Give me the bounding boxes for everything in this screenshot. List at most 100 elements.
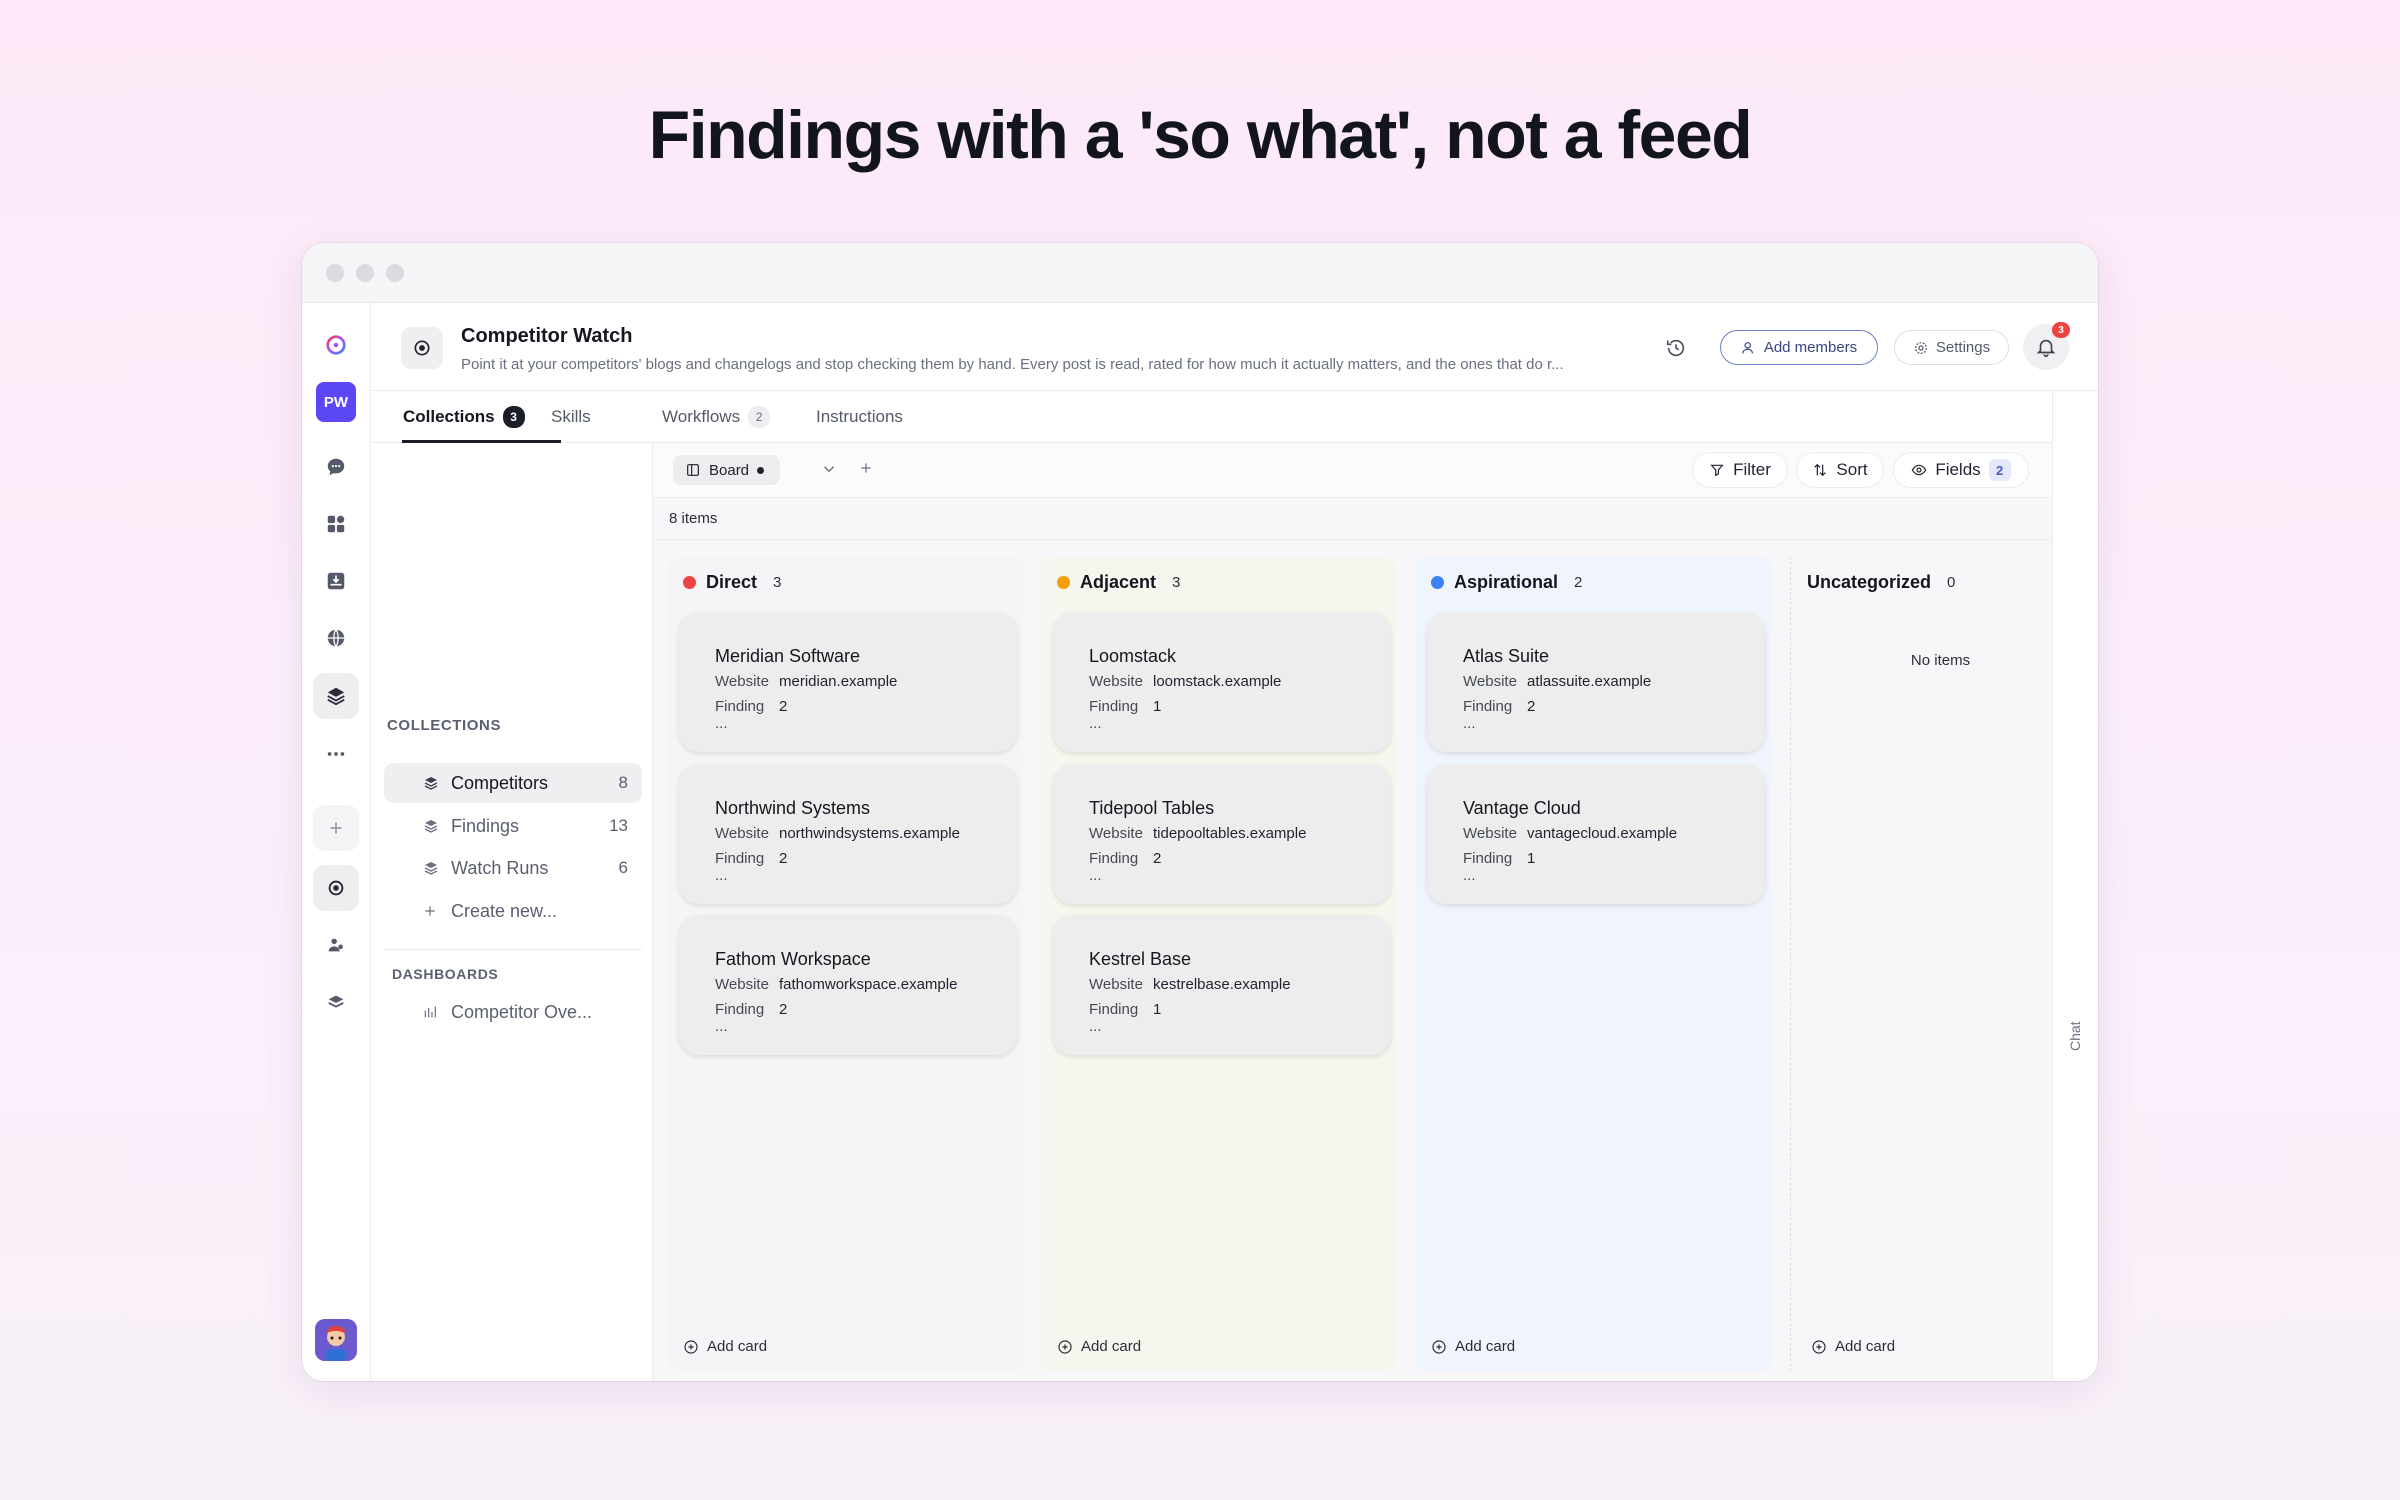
project-tabs: Collections 3 Skills Workflows 2 Instruc… (371, 391, 2052, 443)
card-field-finding: Finding ... 2 (1463, 698, 1535, 732)
board-card[interactable]: Meridian Software Website meridian.exampl… (679, 612, 1017, 752)
project-header: Competitor Watch Point it at your compet… (371, 303, 2098, 391)
view-switcher[interactable]: Board (673, 455, 780, 485)
board-card[interactable]: Vantage Cloud Website vantagecloud.exampl… (1427, 764, 1765, 904)
globe-icon[interactable] (313, 615, 359, 661)
tab-skills[interactable]: Skills (551, 391, 591, 443)
card-field-finding: Finding ... 1 (1089, 698, 1161, 732)
bar-chart-icon (422, 1004, 442, 1020)
sidebar-item-watch-runs[interactable]: Watch Runs 6 (384, 848, 642, 888)
inbox-icon[interactable] (313, 558, 359, 604)
board-toolbar: Board Filter Sort Fields 2 (653, 443, 2052, 498)
add-card-button[interactable]: Add card (683, 1338, 767, 1355)
sort-label: Sort (1836, 460, 1868, 479)
project-icon[interactable] (313, 865, 359, 911)
add-card-label: Add card (1835, 1338, 1896, 1355)
project-title: Competitor Watch (461, 325, 633, 347)
more-icon[interactable] (313, 731, 359, 777)
chat-panel-toggle[interactable]: Chat (2052, 391, 2098, 1381)
tab-collections[interactable]: Collections 3 (403, 391, 525, 443)
board-icon (687, 464, 699, 476)
status-dot (1431, 575, 1444, 589)
field-key: Website (1463, 673, 1517, 690)
add-card-button[interactable]: Add card (1431, 1338, 1515, 1355)
app-window: PW Competitor Watch Point it at your com… (302, 243, 2098, 1381)
board-card[interactable]: Northwind Systems Website northwindsystem… (679, 764, 1017, 904)
card-title: Meridian Software (715, 646, 861, 666)
window-zoom-dot[interactable] (386, 264, 404, 282)
settings-button[interactable]: Settings (1894, 330, 2009, 365)
chevron-down-icon[interactable] (820, 460, 840, 480)
project-description: Point it at your competitors' blogs and … (461, 356, 1564, 373)
sidebar-item-competitors[interactable]: Competitors 8 (384, 763, 642, 803)
window-minimize-dot[interactable] (356, 264, 374, 282)
layers-icon[interactable] (313, 673, 359, 719)
create-label: Create new... (451, 900, 558, 921)
card-field-website: Website atlassuite.example (1463, 673, 1651, 690)
workspace-avatar[interactable]: PW (316, 382, 356, 422)
people-icon[interactable] (313, 922, 359, 968)
tab-instructions[interactable]: Instructions (816, 391, 903, 443)
sort-button[interactable]: Sort (1796, 452, 1884, 488)
board-card[interactable]: Tidepool Tables Website tidepooltables.ex… (1053, 764, 1391, 904)
card-title: Tidepool Tables (1089, 798, 1215, 818)
collections-heading: COLLECTIONS (387, 717, 502, 734)
card-title: Loomstack (1089, 646, 1177, 666)
stack-icon[interactable] (313, 979, 359, 1025)
add-card-button[interactable]: Add card (1057, 1338, 1141, 1355)
card-title: Northwind Systems (715, 798, 871, 818)
add-view-icon[interactable] (858, 460, 878, 480)
board-card[interactable]: Atlas Suite Website atlassuite.example Fi… (1427, 612, 1765, 752)
field-key: Website (1089, 673, 1143, 690)
sidebar-item-count: 6 (618, 858, 628, 877)
fields-label: Fields (1935, 460, 1981, 479)
apps-grid-icon[interactable] (313, 501, 359, 547)
history-icon[interactable] (1661, 333, 1691, 363)
column-count: 3 (773, 573, 782, 591)
column-header: Direct 3 (683, 557, 781, 607)
board-card[interactable]: Kestrel Base Website kestrelbase.example … (1053, 915, 1391, 1055)
create-collection-button[interactable]: Create new... (384, 891, 642, 931)
card-field-website: Website northwindsystems.example (715, 825, 960, 842)
field-value: loomstack.example (1153, 673, 1282, 690)
stack-icon (422, 774, 442, 792)
field-key: Website (1089, 976, 1143, 993)
add-members-button[interactable]: Add members (1720, 330, 1878, 365)
column-title: Uncategorized (1807, 571, 1932, 592)
card-field-website: Website fathomworkspace.example (715, 976, 957, 993)
unsaved-dot (757, 466, 765, 474)
add-user-icon (1742, 341, 1753, 353)
stack-icon (422, 817, 442, 835)
window-close-dot[interactable] (326, 264, 344, 282)
board-card[interactable]: Fathom Workspace Website fathomworkspace.… (679, 915, 1017, 1055)
field-value: northwindsystems.example (779, 825, 960, 842)
sort-icon (1814, 463, 1827, 477)
column-header: Uncategorized 0 (1807, 557, 1955, 607)
card-title: Atlas Suite (1463, 646, 1550, 666)
card-field-finding: Finding ... 1 (1089, 1001, 1161, 1035)
field-value: 2 (779, 698, 788, 715)
add-card-button[interactable]: Add card (1811, 1338, 1895, 1355)
plus-circle-icon (1812, 1339, 1826, 1354)
sidebar-item-dashboard[interactable]: Competitor Ove... (384, 992, 642, 1032)
field-key: Website (1463, 825, 1517, 842)
field-key: Finding ... (715, 850, 765, 884)
view-label: Board (709, 461, 750, 479)
app-logo-icon[interactable] (313, 322, 359, 368)
field-key: Finding ... (1463, 698, 1513, 732)
column-count: 3 (1172, 573, 1181, 591)
chat-icon[interactable] (313, 444, 359, 490)
fields-button[interactable]: Fields 2 (1893, 452, 2029, 488)
filter-button[interactable]: Filter (1692, 452, 1788, 488)
user-avatar[interactable] (315, 1319, 357, 1361)
status-dot (683, 575, 696, 589)
board-column-aspirational: Aspirational 2 Atlas Suite Website atlass… (1415, 557, 1771, 1371)
empty-state-label: No items (1910, 652, 1971, 669)
sidebar-item-count: 8 (618, 773, 628, 792)
field-value: 2 (1527, 698, 1536, 715)
board-card[interactable]: Loomstack Website loomstack.example Findi… (1053, 612, 1391, 752)
tab-workflows[interactable]: Workflows 2 (662, 391, 771, 443)
field-key: Finding ... (1089, 698, 1139, 732)
sidebar-item-findings[interactable]: Findings 13 (384, 806, 642, 846)
plus-icon[interactable] (313, 805, 359, 851)
